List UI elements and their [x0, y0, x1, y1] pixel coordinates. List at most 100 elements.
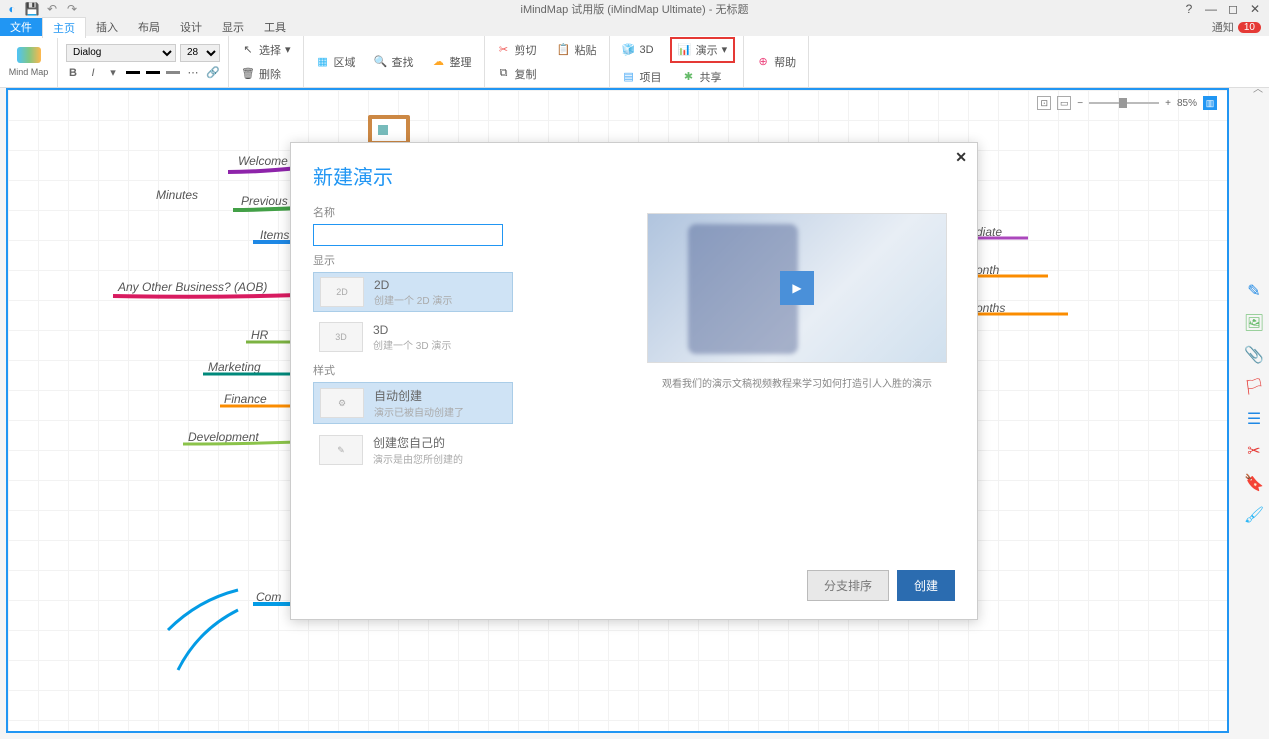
fit-width-icon[interactable]: ▭ [1057, 96, 1071, 110]
ribbon-edit-select: ↖选择 ▾ 🗑删除 [229, 36, 304, 87]
italic-button[interactable]: I [86, 66, 100, 80]
chain-icon[interactable]: 🔗 [206, 66, 220, 80]
new-presentation-modal: ✕ 新建演示 名称 显示 2D 2D创建一个 2D 演示 3D 3D创建一个 3… [290, 142, 978, 620]
ribbon-clipboard: ✂剪切 📋粘贴 ⧉复制 [485, 36, 610, 87]
font-name-select[interactable]: Dialog [66, 44, 176, 62]
paste-button[interactable]: 📋粘贴 [553, 40, 601, 60]
mindmap-icon [17, 47, 41, 63]
mindmap-label: Mind Map [9, 67, 49, 77]
video-thumbnail[interactable]: ▶ [647, 213, 947, 363]
branch-items[interactable]: Items [260, 228, 289, 242]
color-swatch-2[interactable] [146, 71, 160, 74]
snip-tool-icon[interactable]: ✂ [1243, 440, 1265, 462]
branch-minutes[interactable]: Minutes [156, 188, 198, 202]
branch-marketing[interactable]: Marketing [208, 360, 261, 374]
project-button[interactable]: ▤项目 [618, 67, 666, 87]
maximize-icon[interactable]: ◻ [1225, 2, 1241, 16]
help-icon[interactable]: ? [1181, 2, 1197, 16]
search-icon: 🔍 [374, 55, 388, 69]
cube-icon: 🧊 [622, 43, 636, 57]
close-icon[interactable]: ✕ [1247, 2, 1263, 16]
zoom-in-button[interactable]: + [1165, 98, 1171, 109]
share-button[interactable]: ✱共享 [678, 67, 726, 87]
branch-onth[interactable]: onth [976, 263, 999, 277]
branch-hr[interactable]: HR [251, 328, 268, 342]
option-own[interactable]: ✎ 创建您自己的演示是由您所创建的 [313, 430, 513, 470]
minimize-icon[interactable]: — [1203, 2, 1219, 16]
image-tool-icon[interactable]: 🖼 [1243, 312, 1265, 334]
3d-button[interactable]: 🧊3D [618, 37, 658, 63]
list-tool-icon[interactable]: ☰ [1243, 408, 1265, 430]
tab-home[interactable]: 主页 [42, 17, 86, 38]
redo-icon[interactable]: ↷ [64, 1, 80, 17]
delete-button[interactable]: 🗑删除 [237, 64, 295, 84]
copy-button[interactable]: ⧉复制 [493, 64, 601, 84]
option-3d[interactable]: 3D 3D创建一个 3D 演示 [313, 318, 513, 356]
project-icon: ▤ [622, 70, 636, 84]
tab-layout[interactable]: 布局 [128, 17, 170, 37]
thumb-2d-icon: 2D [320, 277, 364, 307]
help-button[interactable]: ⊕帮助 [752, 52, 800, 72]
opt-2d-desc: 创建一个 2D 演示 [374, 292, 452, 307]
ribbon-help: ⊕帮助 [744, 36, 809, 87]
branch-welcome[interactable]: Welcome [238, 154, 288, 168]
view-mode-icon[interactable]: ▥ [1203, 96, 1217, 110]
tab-design[interactable]: 设计 [170, 17, 212, 37]
find-button[interactable]: 🔍查找 [370, 52, 418, 72]
ribbon: Mind Map Dialog 28 B I ▾ ⋯ 🔗 ↖选择 ▾ 🗑删除 ▦… [0, 36, 1269, 88]
color-swatch-1[interactable] [126, 71, 140, 74]
attach-tool-icon[interactable]: 📎 [1243, 344, 1265, 366]
region-button[interactable]: ▦区域 [312, 52, 360, 72]
font-size-select[interactable]: 28 [180, 44, 220, 62]
name-input[interactable] [313, 224, 503, 246]
undo-icon[interactable]: ↶ [44, 1, 60, 17]
branch-sort-button[interactable]: 分支排序 [807, 570, 889, 601]
cut-button[interactable]: ✂剪切 [493, 40, 541, 60]
flag-tool-icon[interactable]: 🏳 [1243, 376, 1265, 398]
opt-own-desc: 演示是由您所创建的 [373, 451, 463, 466]
select-button[interactable]: ↖选择 ▾ [237, 40, 295, 60]
video-caption: 观看我们的演示文稿视频教程来学习如何打造引人入胜的演示 [647, 377, 947, 393]
branch-onths[interactable]: onths [976, 301, 1005, 315]
thumb-own-icon: ✎ [319, 435, 363, 465]
fit-page-icon[interactable]: ⊡ [1037, 96, 1051, 110]
tab-display[interactable]: 显示 [212, 17, 254, 37]
ribbon-mindmap[interactable]: Mind Map [0, 36, 58, 87]
tab-tools[interactable]: 工具 [254, 17, 296, 37]
modal-close-icon[interactable]: ✕ [955, 149, 967, 166]
option-2d[interactable]: 2D 2D创建一个 2D 演示 [313, 272, 513, 312]
save-icon[interactable]: 💾 [24, 1, 40, 17]
copy-icon: ⧉ [497, 67, 511, 81]
branch-development[interactable]: Development [188, 430, 259, 444]
menubar: 文件 主页 插入 布局 设计 显示 工具 通知 10 [0, 18, 1269, 36]
cut-icon: ✂ [497, 43, 511, 57]
tag-tool-icon[interactable]: 🔖 [1243, 472, 1265, 494]
brush-tool-icon[interactable]: 🖌 [1243, 504, 1265, 526]
tidy-button[interactable]: ☁整理 [428, 52, 476, 72]
color-swatch-3[interactable] [166, 71, 180, 74]
branch-diate[interactable]: diate [976, 225, 1002, 239]
branch-aob[interactable]: Any Other Business? (AOB) [118, 280, 267, 294]
present-button[interactable]: 📊演示 ▾ [670, 37, 736, 63]
font-color-button[interactable]: ▾ [106, 66, 120, 80]
branch-previous[interactable]: Previous [241, 194, 288, 208]
edit-tool-icon[interactable]: ✎ [1243, 280, 1265, 302]
zoom-bar: ⊡ ▭ − + 85% ▥ [1037, 96, 1217, 110]
present-icon: 📊 [678, 43, 692, 57]
create-button[interactable]: 创建 [897, 570, 955, 601]
paste-icon: 📋 [557, 43, 571, 57]
zoom-slider[interactable] [1089, 102, 1159, 104]
tab-insert[interactable]: 插入 [86, 17, 128, 37]
notify-area[interactable]: 通知 10 [1212, 19, 1261, 35]
file-menu[interactable]: 文件 [0, 18, 42, 36]
branch-com[interactable]: Com [256, 590, 281, 604]
option-auto[interactable]: ⚙ 自动创建演示已被自动创建了 [313, 382, 513, 424]
more-color-button[interactable]: ⋯ [186, 66, 200, 80]
window-title: iMindMap 试用版 (iMindMap Ultimate) - 无标题 [521, 1, 749, 17]
opt-3d-title: 3D [373, 323, 451, 337]
zoom-out-button[interactable]: − [1077, 98, 1083, 109]
branch-finance[interactable]: Finance [224, 392, 267, 406]
ribbon-collapse-icon[interactable]: ︿ [1253, 80, 1263, 95]
zoom-percent: 85% [1177, 98, 1197, 109]
bold-button[interactable]: B [66, 66, 80, 80]
